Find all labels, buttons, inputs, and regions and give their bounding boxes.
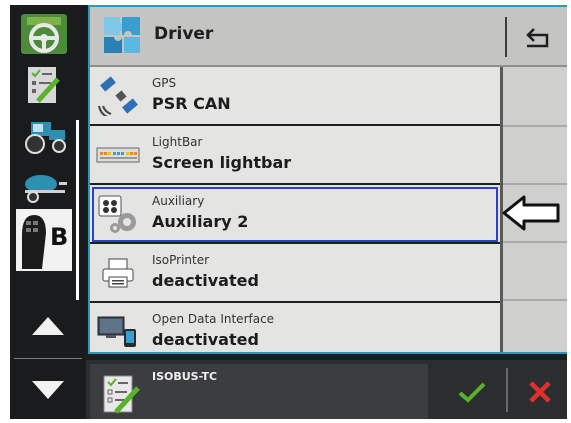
row-label: Open Data Interface <box>152 312 275 326</box>
row-label: Auxiliary <box>152 194 205 208</box>
lightbar-icon <box>96 134 140 176</box>
softkey-divider <box>503 125 567 127</box>
divider <box>14 358 82 359</box>
row-value: Auxiliary 2 <box>152 212 249 231</box>
row-value: deactivated <box>152 330 259 349</box>
joystick-letter: B <box>50 223 69 251</box>
row-label: LightBar <box>152 135 203 149</box>
row-label: GPS <box>152 76 177 90</box>
scroll-up-button[interactable] <box>10 301 86 351</box>
task-list-icon <box>28 67 60 103</box>
confirm-button[interactable] <box>452 372 492 412</box>
back-button[interactable] <box>518 19 558 55</box>
driver-list: GPS PSR CAN LightBar Screen lightbar Aux… <box>90 67 500 352</box>
sidebar-item-tractor[interactable] <box>16 113 72 159</box>
softkey-divider <box>503 183 567 185</box>
list-item-gps[interactable]: GPS PSR CAN <box>90 67 500 126</box>
printer-icon <box>96 252 140 294</box>
divider <box>506 368 508 412</box>
left-sidebar: B <box>10 5 86 419</box>
checkmark-icon <box>458 382 486 403</box>
list-item-auxiliary[interactable]: Auxiliary Auxiliary 2 <box>90 185 500 244</box>
list-item-isoprinter[interactable]: IsoPrinter deactivated <box>90 244 500 303</box>
header-bar: Driver <box>90 7 567 67</box>
data-interface-icon <box>96 311 140 352</box>
sidebar-item-steering[interactable] <box>16 11 72 57</box>
sprayer-icon <box>25 175 67 203</box>
row-value: PSR CAN <box>152 94 231 113</box>
list-item-open-data-interface[interactable]: Open Data Interface deactivated <box>90 303 500 352</box>
softkey-divider <box>503 299 567 301</box>
sidebar-scrollbar[interactable] <box>76 120 79 300</box>
auxiliary-icon <box>96 193 140 235</box>
satellite-icon <box>96 75 140 117</box>
app-label: ISOBUS-TC <box>152 370 218 383</box>
row-value: deactivated <box>152 271 259 290</box>
softkey-divider <box>503 241 567 243</box>
tractor-icon <box>25 122 66 154</box>
task-controller-icon <box>103 375 140 414</box>
steering-wheel-icon <box>21 14 67 54</box>
page-title: Driver <box>154 24 214 44</box>
scroll-down-button[interactable] <box>10 365 86 415</box>
triangle-up-icon <box>32 317 64 335</box>
main-panel: Driver GPS PSR CAN LightBar Screen light… <box>88 5 567 354</box>
list-item-lightbar[interactable]: LightBar Screen lightbar <box>90 126 500 185</box>
sidebar-item-joystick[interactable]: B <box>16 209 72 271</box>
row-label: IsoPrinter <box>152 253 210 267</box>
terminal-screen: B Driver GPS PSR CAN LightBar Screen lig… <box>10 5 567 419</box>
header-divider <box>505 17 507 57</box>
isobus-tc-tile[interactable]: ISOBUS-TC <box>90 364 428 419</box>
return-arrow-icon <box>526 28 549 48</box>
sidebar-item-tasks[interactable] <box>16 63 72 109</box>
cancel-button[interactable] <box>520 372 560 412</box>
row-value: Screen lightbar <box>152 153 292 172</box>
triangle-down-icon <box>32 381 64 399</box>
pointer-arrow-icon <box>502 195 560 231</box>
sidebar-item-sprayer[interactable] <box>16 163 72 209</box>
close-icon <box>529 381 551 403</box>
puzzle-icon <box>104 17 140 53</box>
bottom-bar: ISOBUS-TC <box>86 360 567 419</box>
